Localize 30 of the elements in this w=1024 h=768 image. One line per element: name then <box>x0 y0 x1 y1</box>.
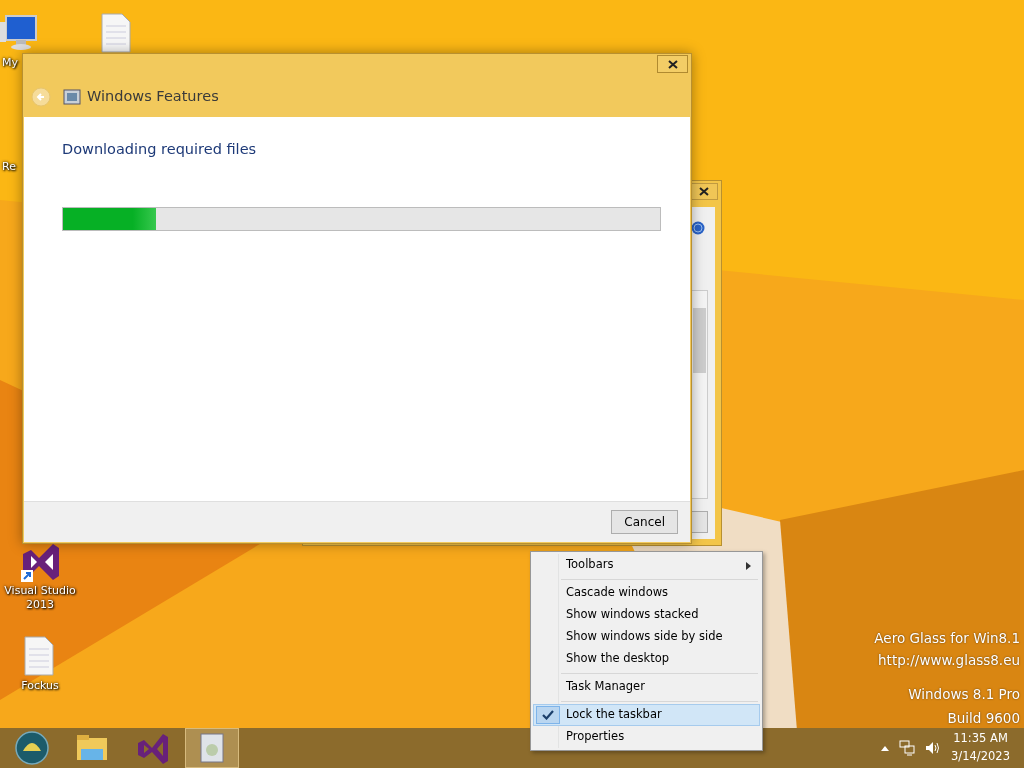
close-button[interactable] <box>690 183 718 200</box>
check-icon <box>542 710 554 720</box>
overlay-text: Aero Glass for Win8.1 <box>874 629 1020 648</box>
window-title: Windows Features <box>87 86 219 106</box>
window-icon <box>63 88 81 105</box>
taskbar-button[interactable] <box>185 728 239 768</box>
scroll-thumb[interactable] <box>693 308 706 373</box>
submenu-arrow-icon <box>746 562 751 570</box>
close-button[interactable] <box>657 55 688 73</box>
menu-item[interactable]: Show windows side by side <box>533 626 760 648</box>
menu-item[interactable]: Properties <box>533 726 760 748</box>
heading: Downloading required files <box>62 140 258 159</box>
chevron-up-icon[interactable] <box>881 745 890 751</box>
menu-item[interactable]: Show windows stacked <box>533 604 760 626</box>
clock[interactable]: 11:35 AM 3/14/2023 <box>951 730 1010 766</box>
network-icon[interactable] <box>899 740 916 756</box>
menu-item[interactable]: Lock the taskbar <box>533 704 760 726</box>
cancel-button[interactable]: Cancel <box>611 510 678 534</box>
close-icon <box>699 187 709 196</box>
menu-item[interactable]: Task Manager <box>533 676 760 698</box>
edition-text: Windows 8.1 Pro <box>908 685 1020 704</box>
volume-icon[interactable] <box>925 740 942 756</box>
app-icon <box>135 731 169 765</box>
overlay-text: http://www.glass8.eu <box>878 651 1020 670</box>
menu-item[interactable]: Cascade windows <box>533 582 760 604</box>
start-button <box>15 731 49 765</box>
close-icon <box>667 59 678 69</box>
menu-item[interactable]: Toolbars <box>533 554 760 576</box>
menu-item[interactable]: Show the desktop <box>533 648 760 670</box>
edition-text: Build 9600 <box>947 709 1020 728</box>
